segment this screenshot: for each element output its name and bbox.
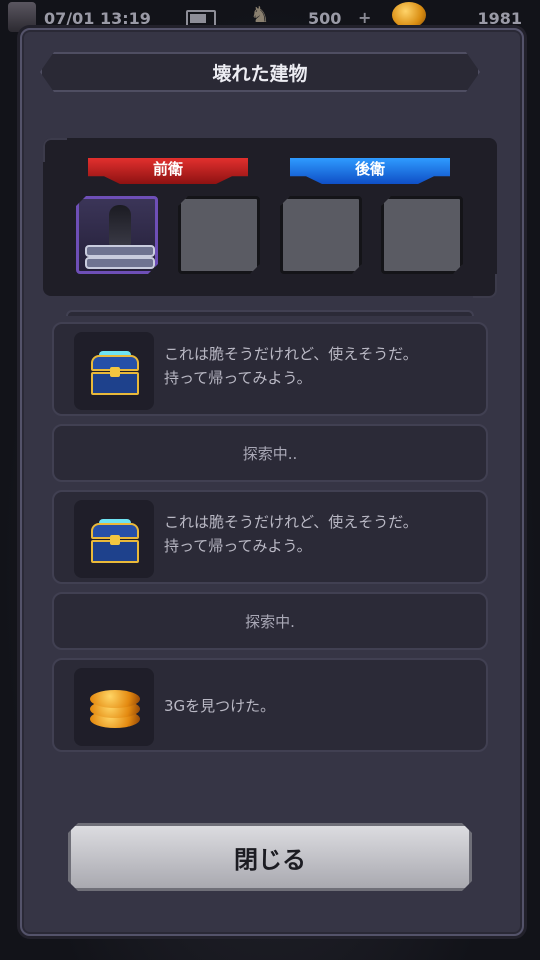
log-entry: 3Gを見つけた。 [52, 658, 488, 752]
party-slot-1[interactable] [76, 196, 158, 274]
gold-count: 500 [308, 9, 342, 28]
item-icon-frame [74, 332, 154, 410]
log-divider [66, 310, 474, 316]
dialog-title-bar: 壊れた建物 [40, 52, 480, 92]
gold-coin-icon [392, 2, 426, 28]
frame-corner [43, 138, 67, 162]
close-button[interactable]: 閉じる [68, 823, 472, 891]
log-message: 3Gを見つけた。 [164, 697, 276, 715]
log-message: これは脆そうだけれど、使えそうだ。 持って帰ってみよう。 [164, 345, 418, 387]
stamina-icon: ♞ [250, 3, 270, 28]
add-gold-button[interactable]: + [358, 8, 371, 27]
hero-portrait [109, 205, 131, 247]
item-icon-frame [74, 668, 154, 746]
party-slot-4[interactable] [381, 196, 463, 274]
battery-icon [186, 10, 216, 27]
frame-corner [473, 274, 497, 298]
log-status: 探索中. [52, 592, 488, 650]
log-status: 探索中.. [52, 424, 488, 482]
party-slot-2[interactable] [178, 196, 260, 274]
treasure-chest-icon [91, 519, 139, 563]
gold-coins-icon [90, 686, 140, 730]
treasure-chest-icon [91, 351, 139, 395]
log-message: これは脆そうだけれど、使えそうだ。 持って帰ってみよう。 [164, 513, 418, 555]
log-entry: これは脆そうだけれど、使えそうだ。 持って帰ってみよう。 [52, 490, 488, 584]
log-entry: これは脆そうだけれど、使えそうだ。 持って帰ってみよう。 [52, 322, 488, 416]
close-button-label: 閉じる [234, 845, 306, 874]
hp-bar [85, 245, 155, 257]
clock-text: 07/01 13:19 [44, 9, 151, 28]
item-icon-frame [74, 500, 154, 578]
dialog-title: 壊れた建物 [212, 62, 308, 85]
sp-bar [85, 257, 155, 269]
party-slot-3[interactable] [280, 196, 362, 274]
gem-count: 1981 [477, 9, 522, 28]
